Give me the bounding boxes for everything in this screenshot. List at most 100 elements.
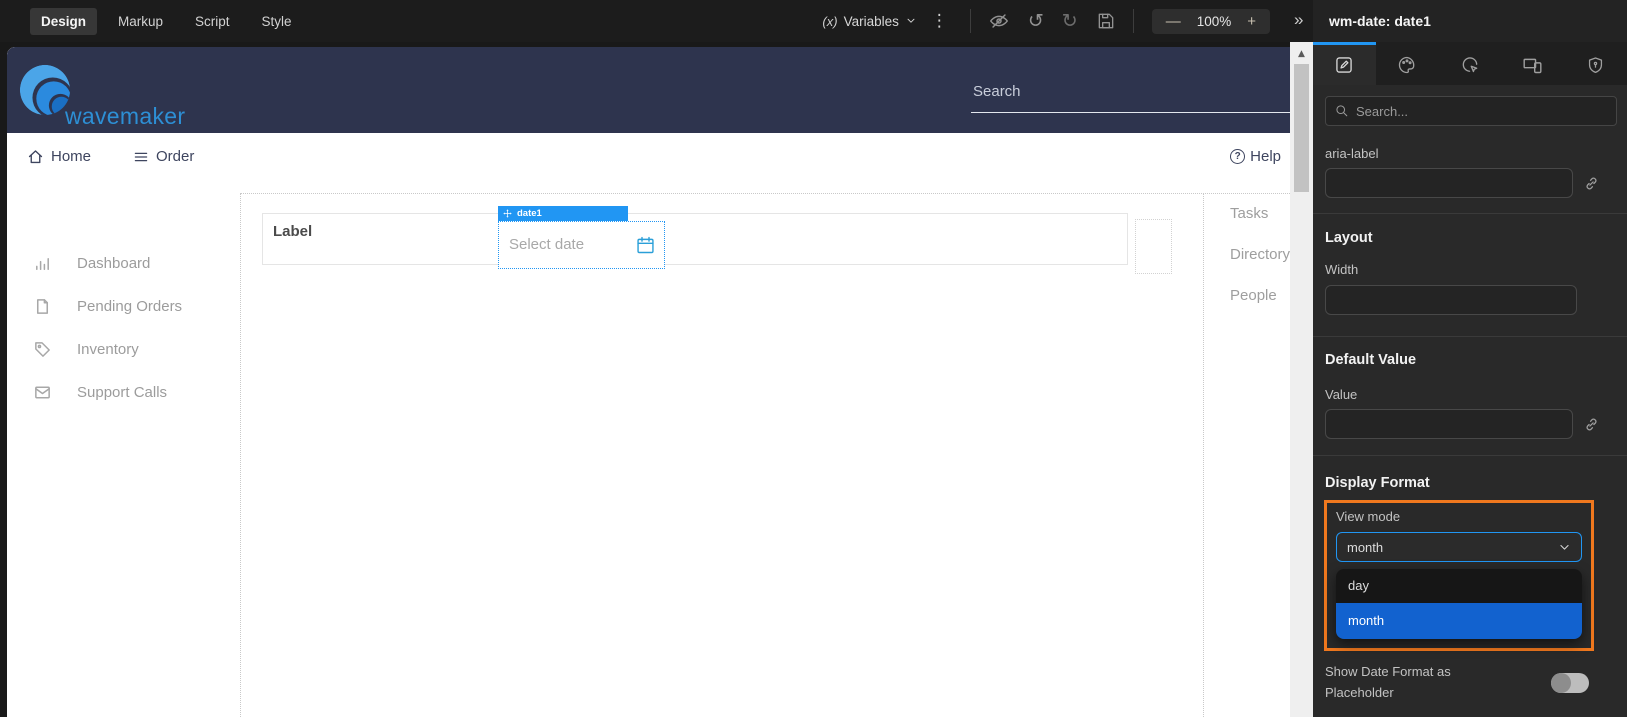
zoom-in-button[interactable]: +: [1247, 13, 1256, 30]
view-mode-select[interactable]: month: [1336, 532, 1582, 562]
bind-link-icon[interactable]: [1582, 174, 1601, 193]
more-options-button[interactable]: ⋮: [917, 11, 962, 31]
page-content: Dashboard Pending Orders Inventory Suppo…: [7, 180, 1290, 717]
tab-properties[interactable]: [1313, 42, 1376, 85]
home-icon: [27, 148, 44, 165]
move-icon: [503, 209, 512, 218]
date-input-widget[interactable]: Select date: [498, 221, 665, 269]
tab-script[interactable]: Script: [184, 8, 241, 35]
date-placeholder: Select date: [509, 236, 584, 253]
nav-item-home[interactable]: Home: [27, 148, 91, 165]
layout-guide-left: [240, 193, 241, 717]
bar-chart-icon: [33, 254, 52, 273]
tab-styles[interactable]: [1376, 42, 1439, 85]
width-input[interactable]: [1325, 285, 1577, 315]
app-nav-bar: Home Order ? Help: [7, 133, 1290, 180]
help-link[interactable]: ? Help: [1230, 133, 1281, 180]
mode-tabs: Design Markup Script Style: [30, 8, 303, 35]
property-search-field[interactable]: [1325, 96, 1617, 126]
canvas-scrollbar[interactable]: ▲: [1290, 42, 1313, 717]
toolbar-divider: [970, 9, 971, 33]
option-day[interactable]: day: [1336, 569, 1582, 603]
view-mode-highlight: View mode month day month: [1324, 500, 1594, 651]
interaction-icon: [1460, 55, 1480, 75]
search-icon: [1335, 104, 1349, 118]
preview-eye-off-icon[interactable]: [988, 10, 1010, 32]
tab-events[interactable]: [1439, 42, 1502, 85]
empty-container-outline: [1135, 219, 1172, 274]
option-month[interactable]: month: [1336, 603, 1582, 639]
sidebar-item-pending-orders[interactable]: Pending Orders: [7, 285, 240, 328]
widget-selection-tag[interactable]: date1: [498, 206, 628, 221]
redo-button[interactable]: ↻: [1062, 12, 1078, 31]
nav-item-order[interactable]: Order: [133, 148, 194, 165]
shield-pin-icon: [1586, 56, 1605, 75]
tab-style[interactable]: Style: [251, 8, 303, 35]
app-header: wavemaker: [7, 47, 1290, 133]
nav-item-label: Home: [51, 148, 91, 165]
tag-icon: [33, 340, 52, 359]
brand-name: wavemaker: [65, 103, 185, 130]
save-button[interactable]: [1096, 11, 1116, 31]
app-search-input[interactable]: [971, 77, 1290, 106]
zoom-control: — 100% +: [1152, 9, 1270, 34]
envelope-icon: [33, 383, 52, 402]
app-search-field[interactable]: [971, 77, 1290, 113]
aside-item-tasks[interactable]: Tasks: [1203, 193, 1290, 234]
view-mode-value: month: [1347, 540, 1558, 555]
date-format-placeholder-row: Show Date Format as Placeholder: [1325, 662, 1617, 704]
tab-devices[interactable]: [1501, 42, 1564, 85]
sidebar-item-label: Dashboard: [77, 255, 150, 272]
scrollbar-thumb[interactable]: [1294, 64, 1309, 192]
bind-link-icon[interactable]: [1582, 415, 1601, 434]
sidebar-item-label: Support Calls: [77, 384, 167, 401]
tab-markup[interactable]: Markup: [107, 8, 174, 35]
design-canvas: wavemaker Home Order ? Help: [0, 42, 1290, 717]
sidebar-item-label: Pending Orders: [77, 298, 182, 315]
form-field-row: Label: [262, 213, 1128, 265]
variables-menu[interactable]: (x) Variables: [822, 14, 916, 29]
canvas-page: wavemaker Home Order ? Help: [7, 47, 1290, 717]
aria-label-row: [1325, 168, 1601, 198]
list-icon: [133, 149, 149, 165]
properties-panel: wm-date: date1 aria-label: [1313, 0, 1627, 717]
collapse-panel-button[interactable]: »: [1294, 10, 1303, 30]
edit-pencil-icon: [1334, 55, 1354, 75]
sidebar-item-inventory[interactable]: Inventory: [7, 328, 240, 371]
section-divider: [1313, 213, 1627, 214]
view-mode-label: View mode: [1336, 509, 1582, 524]
layout-guide-horizontal: [240, 193, 1290, 194]
view-mode-dropdown: day month: [1336, 569, 1582, 639]
aria-label-input[interactable]: [1325, 168, 1573, 198]
section-divider: [1313, 455, 1627, 456]
toggle-label: Show Date Format as Placeholder: [1325, 662, 1495, 704]
property-search-input[interactable]: [1356, 104, 1607, 119]
value-row: [1325, 409, 1601, 439]
aside-item-directory[interactable]: Directory: [1203, 234, 1290, 275]
variables-label: Variables: [844, 14, 899, 29]
scroll-up-arrow-icon[interactable]: ▲: [1290, 42, 1313, 59]
toolbar-divider: [1133, 9, 1134, 33]
sidebar-item-dashboard[interactable]: Dashboard: [7, 242, 240, 285]
panel-body: aria-label Layout Width Default Value Va…: [1313, 85, 1627, 717]
right-side-nav: Tasks Directory People: [1203, 193, 1290, 316]
panel-title: wm-date: date1: [1313, 0, 1627, 42]
sidebar-item-support-calls[interactable]: Support Calls: [7, 371, 240, 414]
zoom-out-button[interactable]: —: [1166, 13, 1181, 30]
calendar-icon[interactable]: [635, 235, 656, 256]
widget-name: date1: [517, 208, 542, 219]
sidebar-item-label: Inventory: [77, 341, 139, 358]
top-toolbar: Design Markup Script Style (x) Variables…: [0, 0, 1315, 42]
show-date-format-toggle[interactable]: [1551, 673, 1589, 693]
tab-design[interactable]: Design: [30, 8, 97, 35]
toggle-knob: [1551, 673, 1571, 693]
selected-date-widget[interactable]: date1 Select date: [498, 206, 665, 269]
width-label: Width: [1325, 262, 1617, 277]
nav-item-label: Order: [156, 148, 194, 165]
tab-security[interactable]: [1564, 42, 1627, 85]
undo-button[interactable]: ↺: [1028, 12, 1044, 31]
aside-item-people[interactable]: People: [1203, 275, 1290, 316]
panel-tabs: [1313, 42, 1627, 85]
value-input[interactable]: [1325, 409, 1573, 439]
devices-icon: [1522, 55, 1543, 76]
